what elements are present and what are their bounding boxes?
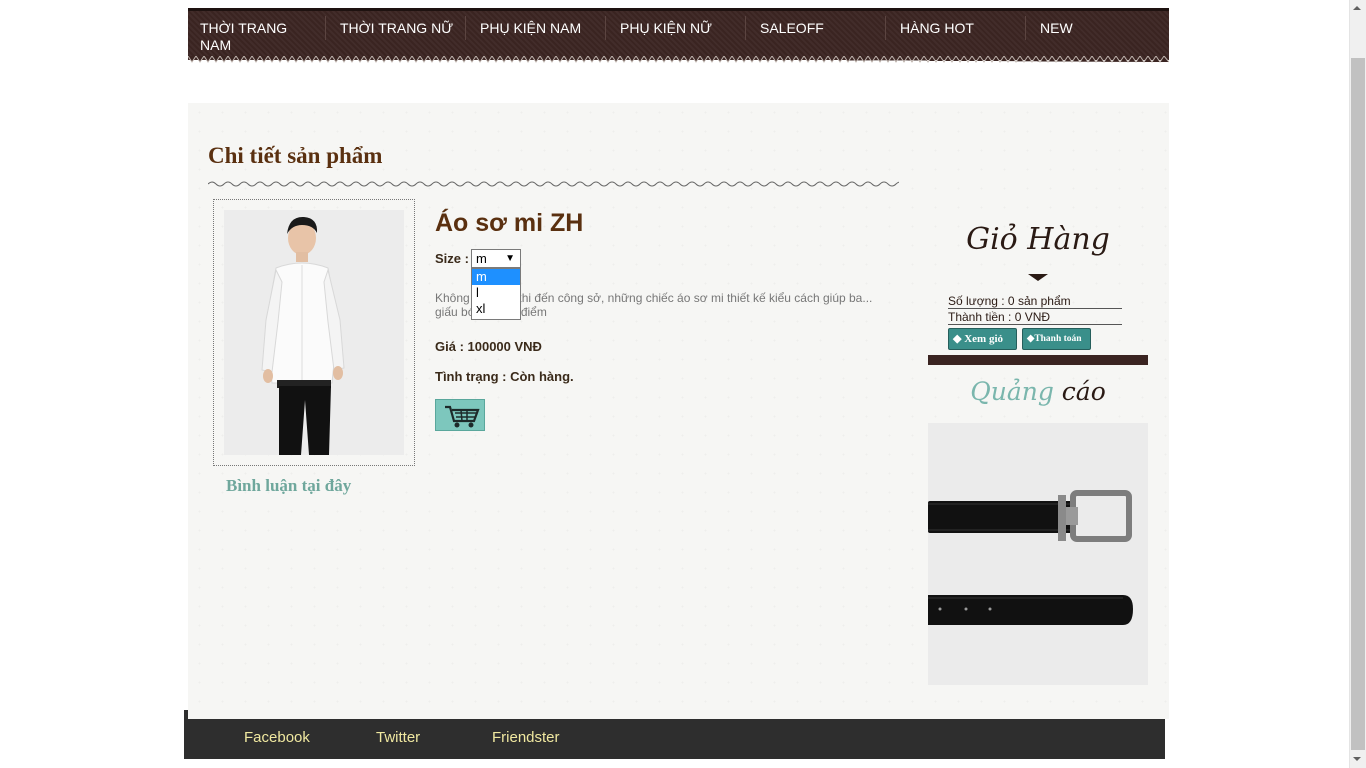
sidebar-divider [928, 355, 1148, 365]
view-cart-label: Xem giỏ [964, 333, 1004, 345]
size-selected-value: m [476, 251, 487, 266]
size-option-m[interactable]: m [472, 269, 520, 285]
cart-title: Giỏ Hàng [966, 222, 1110, 257]
nav-separator [605, 16, 606, 40]
scroll-up-arrow-icon[interactable] [1353, 6, 1361, 10]
nav-item-new[interactable]: NEW [1040, 20, 1073, 37]
shopping-cart-icon [445, 405, 480, 428]
add-to-cart-button[interactable] [435, 399, 485, 431]
nav-item-hang-hot[interactable]: HÀNG HOT [900, 20, 974, 37]
ad-banner[interactable] [928, 423, 1148, 685]
footer-link-facebook[interactable]: Facebook [244, 729, 310, 746]
product-status: Tình trạng : Còn hàng. [435, 369, 574, 384]
ad-title-part2: cáo [1061, 377, 1106, 406]
nav-separator [745, 16, 746, 40]
ad-title: Quảng cáo [928, 377, 1148, 406]
dropdown-arrow-icon: ▼ [505, 253, 515, 264]
checkout-label: Thanh toán [1034, 334, 1082, 344]
product-image[interactable] [224, 210, 404, 455]
nav-separator [465, 16, 466, 40]
size-label: Size : [435, 251, 469, 266]
size-select[interactable]: m ▼ [471, 249, 521, 268]
size-option-l[interactable]: l [472, 285, 520, 301]
ad-title-part1: Quảng [970, 377, 1054, 406]
nav-separator [325, 16, 326, 40]
checkout-button[interactable]: ◆Thanh toán [1022, 328, 1091, 350]
product-shirt-illustration [224, 210, 404, 455]
nav-separator [885, 16, 886, 40]
scroll-down-arrow-icon[interactable] [1353, 757, 1361, 761]
nav-item-thoi-trang-nu[interactable]: THỜI TRANG NỮ [340, 20, 453, 37]
footer-link-friendster[interactable]: Friendster [492, 729, 560, 746]
diamond-icon: ◆ [953, 333, 962, 345]
footer-link-twitter[interactable]: Twitter [376, 729, 420, 746]
top-nav: THỜI TRANG NAM THỜI TRANG NỮ PHỤ KIỆN NA… [188, 8, 1169, 66]
nav-item-phu-kien-nu[interactable]: PHỤ KIỆN NỮ [620, 20, 712, 37]
scrollbar-thumb[interactable] [1351, 58, 1365, 750]
title-wavy-divider [208, 181, 899, 187]
product-price: Giá : 100000 VNĐ [435, 339, 542, 354]
size-options-list: m l xl [471, 268, 521, 320]
product-name: Áo sơ mi ZH [435, 209, 584, 237]
cart-triangle-icon [1028, 274, 1048, 281]
size-option-xl[interactable]: xl [472, 301, 520, 317]
nav-item-saleoff[interactable]: SALEOFF [760, 20, 824, 37]
cart-total: Thành tiền : 0 VNĐ [948, 310, 1122, 325]
nav-item-phu-kien-nam[interactable]: PHỤ KIỆN NAM [480, 20, 581, 37]
belt-ad-image [928, 423, 1148, 685]
nav-item-thoi-trang-nam[interactable]: THỜI TRANG NAM [200, 20, 310, 54]
cart-quantity: Số lượng : 0 sản phẩm [948, 294, 1122, 309]
comment-link[interactable]: Bình luận tại đây [226, 476, 351, 496]
footer [184, 719, 1165, 759]
nav-zigzag-edge [188, 56, 1169, 63]
page-title: Chi tiết sản phẩm [208, 143, 383, 168]
nav-separator [1025, 16, 1026, 40]
view-cart-button[interactable]: ◆ Xem giỏ [948, 328, 1017, 350]
